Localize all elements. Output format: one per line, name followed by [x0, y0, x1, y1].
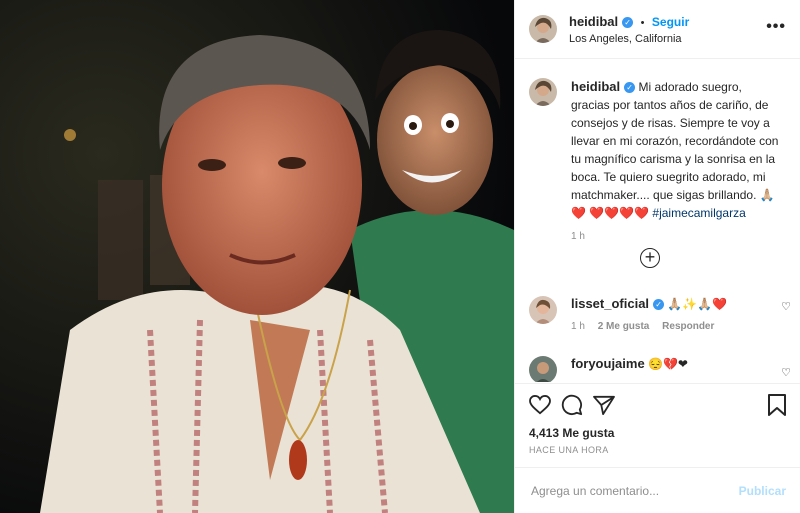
caption-avatar[interactable] — [529, 78, 557, 106]
plus-circle-icon[interactable]: + — [640, 248, 660, 268]
comment-username[interactable]: foryoujaime — [571, 356, 645, 371]
publish-button[interactable]: Publicar — [739, 484, 786, 498]
verified-badge-icon: ✓ — [624, 82, 636, 93]
author-username[interactable]: heidibal — [569, 14, 618, 29]
post-side-panel: heidibal ✓ • Seguir Los Angeles, Californ… — [514, 0, 800, 513]
commenter-avatar[interactable] — [529, 296, 557, 324]
comment-likes[interactable]: 2 Me gusta — [598, 321, 650, 332]
post-caption: heidibal ✓ Mi adorado suegro, gracias por… — [515, 60, 800, 246]
post-location[interactable]: Los Angeles, California — [569, 33, 689, 45]
comment-item: lisset_oficial ✓ 🙏🏼✨🙏🏼❤️ 1 h 2 Me gusta R… — [529, 296, 791, 332]
action-icons — [515, 384, 800, 416]
follow-button[interactable]: Seguir — [652, 15, 689, 29]
caption-username[interactable]: heidibal — [571, 79, 620, 94]
instagram-post-modal: heidibal ✓ • Seguir Los Angeles, Californ… — [0, 0, 800, 513]
caption-emojis: ❤️❤️❤️❤️ — [589, 206, 650, 220]
heart-icon[interactable] — [529, 395, 551, 415]
post-time-ago: HACE UNA HORA — [529, 445, 609, 455]
comment-like-icon[interactable]: ♡ — [781, 300, 791, 313]
comment-text: 🙏🏼✨🙏🏼❤️ — [667, 297, 728, 311]
author-avatar[interactable] — [529, 15, 557, 43]
comment-body: lisset_oficial ✓ 🙏🏼✨🙏🏼❤️ 1 h 2 Me gusta R… — [571, 296, 727, 332]
comment-like-icon[interactable]: ♡ — [781, 366, 791, 379]
caption-hashtag[interactable]: #jaimecamilgarza — [652, 206, 745, 220]
add-comment-bar: Publicar — [515, 467, 800, 513]
post-actions: 4,413 Me gusta — [515, 383, 800, 444]
comments-area[interactable]: heidibal ✓ Mi adorado suegro, gracias por… — [515, 60, 800, 382]
likes-count[interactable]: 4,413 Me gusta — [529, 426, 614, 440]
comment-text: 😔💔❤ — [648, 357, 688, 371]
post-photo-image — [0, 0, 514, 513]
caption-text-block: heidibal ✓ Mi adorado suegro, gracias por… — [571, 78, 781, 246]
bookmark-icon[interactable] — [768, 394, 786, 416]
more-options-icon[interactable]: ••• — [766, 18, 786, 36]
comment-reply-button[interactable]: Responder — [662, 321, 714, 332]
caption-text: Mi adorado suegro, gracias por tantos añ… — [571, 80, 779, 220]
comment-body: foryoujaime 😔💔❤ — [571, 356, 688, 382]
verified-badge-icon: ✓ — [622, 17, 634, 28]
comment-time: 1 h — [571, 321, 585, 332]
comment-input[interactable] — [529, 482, 733, 499]
comment-meta: 1 h 2 Me gusta Responder — [571, 321, 727, 332]
commenter-avatar[interactable] — [529, 356, 557, 382]
comment-username[interactable]: lisset_oficial — [571, 296, 649, 311]
post-header: heidibal ✓ • Seguir Los Angeles, Californ… — [515, 0, 800, 59]
header-dot: • — [640, 17, 645, 29]
post-photo[interactable] — [0, 0, 514, 513]
share-icon[interactable] — [593, 395, 615, 415]
comment-item: foryoujaime 😔💔❤ ♡ — [529, 356, 791, 382]
verified-badge-icon: ✓ — [653, 299, 665, 310]
comment-icon[interactable] — [561, 394, 583, 416]
caption-time: 1 h — [571, 231, 585, 242]
